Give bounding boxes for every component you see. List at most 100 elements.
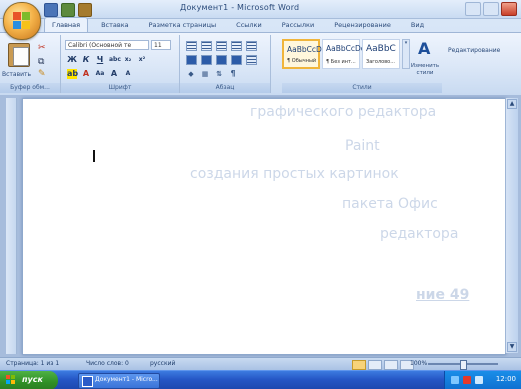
bleed-through-line: редактора — [380, 226, 459, 242]
change-styles-icon: A — [418, 39, 431, 58]
taskbar: пуск Документ1 - Micro... 12:00 — [0, 370, 521, 389]
paragraph-group-label: Абзац — [180, 83, 270, 93]
language-indicator[interactable]: русский — [150, 360, 175, 367]
zoom-slider-thumb[interactable] — [460, 360, 467, 370]
tab-review[interactable]: Рецензирование — [327, 18, 398, 32]
style-heading-1[interactable]: AaBbC Заголово... — [362, 39, 400, 69]
align-left-icon[interactable] — [186, 55, 197, 65]
close-button[interactable] — [501, 2, 517, 16]
scroll-down-icon[interactable]: ▼ — [507, 342, 517, 352]
paragraph-row-2 — [186, 55, 257, 65]
style-heading-1-label: Заголово... — [366, 59, 395, 65]
window-controls — [465, 2, 517, 16]
taskbar-word-button[interactable]: Документ1 - Micro... — [78, 373, 160, 389]
align-right-icon[interactable] — [216, 55, 227, 65]
font-name-value: Calibri (Основной те — [68, 42, 132, 49]
style-no-spacing[interactable]: AaBbCcDc ¶ Без инт... — [322, 39, 365, 69]
bleed-through-line: Paint — [345, 138, 380, 154]
window-title: Документ1 - Microsoft Word — [180, 3, 300, 12]
font-color-icon[interactable]: A — [81, 69, 91, 79]
view-buttons — [352, 360, 414, 370]
web-layout-view-button[interactable] — [384, 360, 398, 370]
page-count[interactable]: Страница: 1 из 1 — [6, 360, 59, 367]
system-tray: 12:00 — [444, 371, 521, 389]
copy-icon[interactable]: ⧉ — [38, 57, 44, 67]
strikethrough-icon[interactable]: abc — [109, 55, 121, 65]
clipboard-group-label: Буфер обм... — [0, 83, 60, 93]
font-name-select[interactable]: Calibri (Основной те — [65, 40, 149, 50]
highlight-icon[interactable]: ab — [67, 69, 78, 79]
format-painter-icon[interactable]: ✎ — [38, 69, 46, 79]
change-styles-label: Изменить стили — [410, 63, 440, 76]
save-icon[interactable] — [44, 3, 58, 17]
subscript-icon[interactable]: x₂ — [123, 55, 133, 65]
tab-page-layout[interactable]: Разметка страницы — [142, 18, 224, 32]
font-size-value: 11 — [154, 42, 162, 49]
sort-icon[interactable]: ⇅ — [214, 69, 224, 79]
maximize-button[interactable] — [483, 2, 499, 16]
undo-icon[interactable] — [61, 3, 75, 17]
redo-icon[interactable] — [78, 3, 92, 17]
volume-icon[interactable] — [475, 376, 483, 384]
shading-icon[interactable]: ◆ — [186, 69, 196, 79]
justify-icon[interactable] — [231, 55, 242, 65]
ribbon-tabs: Главная Вставка Разметка страницы Ссылки… — [44, 17, 431, 32]
security-icon[interactable] — [463, 376, 471, 384]
style-no-spacing-label: ¶ Без инт... — [326, 59, 356, 65]
change-styles-button[interactable]: A Изменить стили — [410, 39, 440, 83]
tab-view[interactable]: Вид — [404, 18, 431, 32]
change-case-icon[interactable]: Aa — [95, 69, 105, 79]
tab-references[interactable]: Ссылки — [229, 18, 269, 32]
taskbar-word-label: Документ1 - Micro... — [95, 376, 158, 383]
styles-group-label: Стили — [282, 83, 442, 93]
office-button[interactable] — [3, 2, 41, 40]
vertical-scrollbar[interactable]: ▲ ▼ — [505, 98, 518, 353]
tab-home[interactable]: Главная — [44, 17, 89, 32]
bullets-icon[interactable] — [186, 41, 197, 51]
scroll-up-icon[interactable]: ▲ — [507, 99, 517, 109]
bleed-through-line: графического редактора — [250, 104, 437, 120]
ribbon: Вставить ✂ ⧉ ✎ Буфер обм... Calibri (Осн… — [0, 32, 521, 96]
styles-more-button[interactable]: ▾ — [402, 39, 410, 69]
borders-icon[interactable]: ▦ — [200, 69, 210, 79]
numbering-icon[interactable] — [201, 41, 212, 51]
language-bar-icon[interactable] — [451, 376, 459, 384]
cut-icon[interactable]: ✂ — [38, 43, 46, 53]
paste-icon[interactable] — [8, 41, 30, 67]
increase-indent-icon[interactable] — [246, 41, 257, 51]
style-normal[interactable]: AaBbCcDc ¶ Обычный — [282, 39, 326, 69]
start-button[interactable]: пуск — [0, 371, 58, 389]
word-count[interactable]: Число слов: 0 — [86, 360, 129, 367]
bold-icon[interactable]: Ж — [67, 55, 77, 65]
paste-label: Вставить — [2, 71, 32, 78]
paragraph-row-3: ◆ ▦ ⇅ ¶ — [186, 69, 238, 79]
full-screen-view-button[interactable] — [368, 360, 382, 370]
italic-icon[interactable]: К — [81, 55, 91, 65]
style-normal-label: ¶ Обычный — [287, 58, 317, 64]
windows-flag-icon — [6, 375, 16, 385]
font-size-select[interactable]: 11 — [151, 40, 171, 50]
multilevel-list-icon[interactable] — [216, 41, 227, 51]
zoom-level[interactable]: 100% — [410, 360, 427, 367]
shrink-font-icon[interactable]: A — [123, 69, 133, 79]
bleed-through-line: пакета Офис — [342, 196, 438, 212]
print-layout-view-button[interactable] — [352, 360, 366, 370]
style-heading-1-sample: AaBbC — [366, 44, 396, 54]
style-no-spacing-sample: AaBbCcDc — [326, 44, 365, 53]
start-label: пуск — [22, 375, 43, 384]
decrease-indent-icon[interactable] — [231, 41, 242, 51]
styles-group: AaBbCcDc ¶ Обычный AaBbCcDc ¶ Без инт...… — [282, 35, 520, 93]
editing-button[interactable]: Редактирование — [448, 47, 500, 54]
minimize-button[interactable] — [465, 2, 481, 16]
superscript-icon[interactable]: x² — [137, 55, 147, 65]
align-center-icon[interactable] — [201, 55, 212, 65]
word-icon — [82, 376, 93, 387]
line-spacing-icon[interactable] — [246, 55, 257, 65]
clipboard-group: Вставить ✂ ⧉ ✎ Буфер обм... — [0, 35, 61, 93]
underline-icon[interactable]: Ч — [95, 55, 105, 65]
pilcrow-icon[interactable]: ¶ — [228, 69, 238, 79]
font-group-label: Шрифт — [61, 83, 179, 93]
tab-mailings[interactable]: Рассылки — [275, 18, 322, 32]
tab-insert[interactable]: Вставка — [94, 18, 136, 32]
grow-font-icon[interactable]: A — [109, 69, 119, 79]
